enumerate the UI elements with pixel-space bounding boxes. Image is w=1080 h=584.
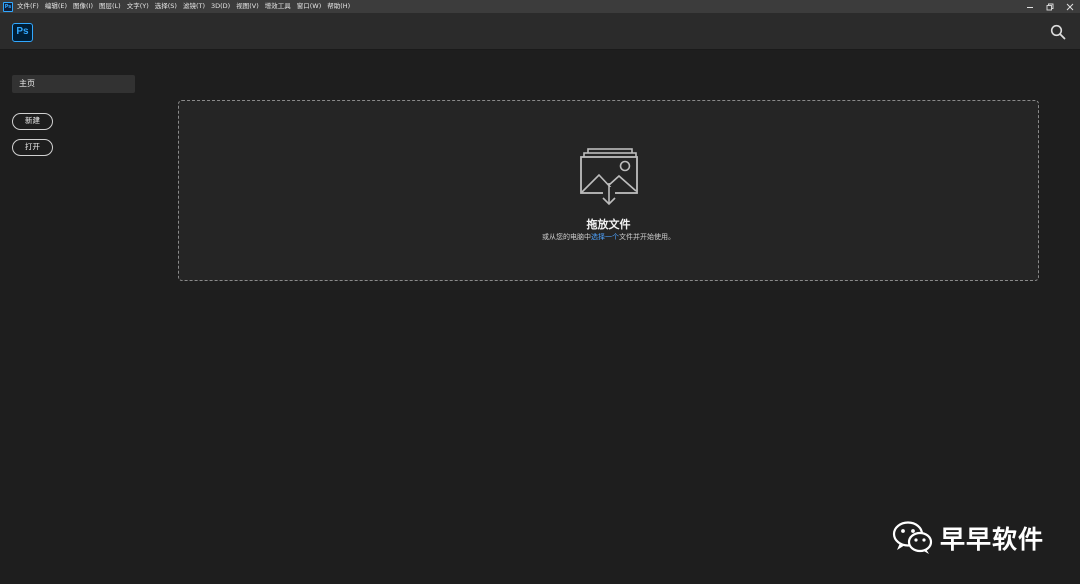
- menu-select[interactable]: 选择(S): [155, 0, 177, 13]
- close-icon: [1066, 3, 1074, 10]
- menu-plugins[interactable]: 增效工具: [265, 0, 291, 13]
- menu-bar: Ps 文件(F) 编辑(E) 图像(I) 图层(L) 文字(Y) 选择(S) 滤…: [0, 0, 1080, 13]
- drop-title: 拖放文件: [586, 218, 631, 231]
- menu-help[interactable]: 帮助(H): [327, 0, 350, 13]
- menu-view[interactable]: 视图(V): [236, 0, 259, 13]
- restore-button[interactable]: [1040, 0, 1060, 13]
- image-stack-download-icon: [580, 148, 638, 206]
- menu-file[interactable]: 文件(F): [17, 0, 39, 13]
- drop-subtitle: 或从您的电脑中选择一个文件并开始使用。: [179, 232, 1038, 242]
- window-controls: [1020, 0, 1080, 13]
- photoshop-window: Ps 文件(F) 编辑(E) 图像(I) 图层(L) 文字(Y) 选择(S) 滤…: [0, 0, 1080, 584]
- select-file-link[interactable]: 选择一个: [591, 233, 619, 241]
- watermark: 早早软件: [892, 518, 1044, 558]
- restore-icon: [1046, 3, 1054, 10]
- menu-image[interactable]: 图像(I): [73, 0, 93, 13]
- watermark-text: 早早软件: [940, 525, 1045, 554]
- wechat-icon: [892, 521, 933, 554]
- app-header: Ps: [0, 13, 1080, 50]
- search-icon: [1050, 24, 1066, 40]
- menu-3d[interactable]: 3D(D): [211, 0, 230, 13]
- search-button[interactable]: [1050, 24, 1066, 40]
- ps-logo[interactable]: Ps: [12, 23, 33, 42]
- file-drop-zone[interactable]: 拖放文件 或从您的电脑中选择一个文件并开始使用。: [178, 100, 1039, 281]
- minimize-button[interactable]: [1020, 0, 1040, 13]
- minimize-icon: [1027, 6, 1033, 8]
- ps-app-icon[interactable]: Ps: [3, 1, 13, 12]
- menu-items: 文件(F) 编辑(E) 图像(I) 图层(L) 文字(Y) 选择(S) 滤镜(T…: [17, 0, 356, 13]
- menu-edit[interactable]: 编辑(E): [45, 0, 67, 13]
- menu-layer[interactable]: 图层(L): [99, 0, 121, 13]
- drop-subtitle-suffix: 文件并开始使用。: [619, 233, 675, 241]
- menu-window[interactable]: 窗口(W): [297, 0, 322, 13]
- menu-type[interactable]: 文字(Y): [127, 0, 149, 13]
- menu-filter[interactable]: 滤镜(T): [183, 0, 205, 13]
- new-file-button[interactable]: 新建: [12, 113, 53, 130]
- close-button[interactable]: [1060, 0, 1080, 13]
- drop-subtitle-prefix: 或从您的电脑中: [542, 233, 591, 241]
- sidebar-item-home[interactable]: 主页: [12, 75, 135, 93]
- open-file-button[interactable]: 打开: [12, 139, 53, 156]
